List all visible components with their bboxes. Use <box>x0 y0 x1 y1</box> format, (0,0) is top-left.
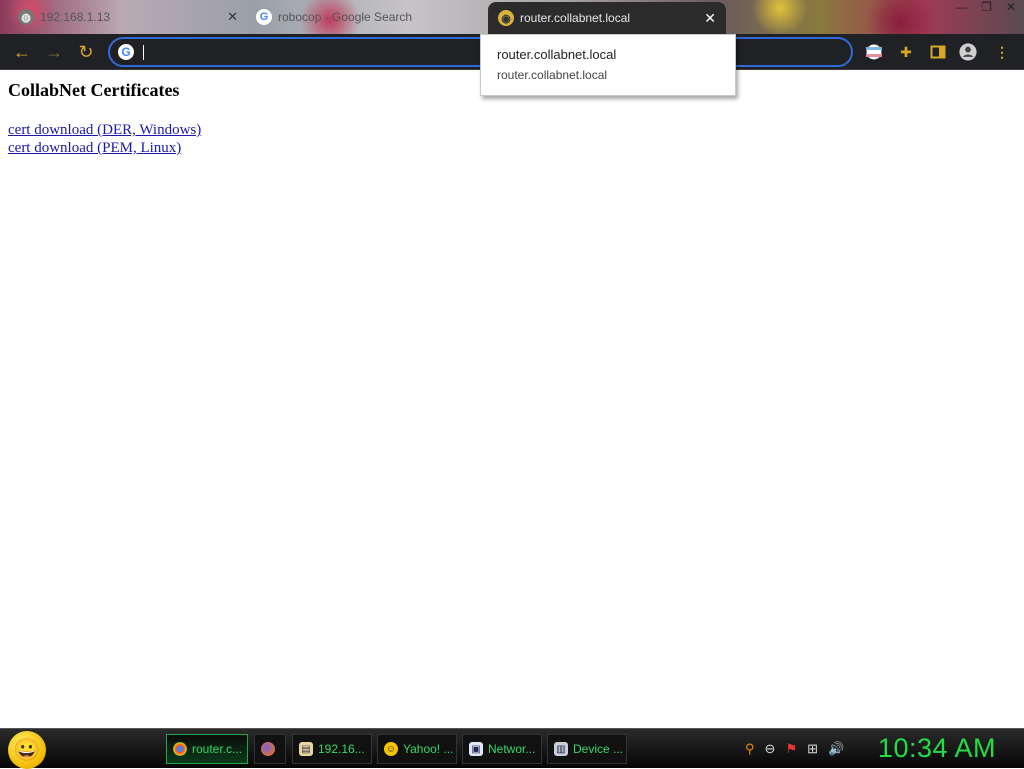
network-icon: ▣ <box>469 742 483 756</box>
reload-icon[interactable]: ↻ <box>74 40 98 64</box>
profile-avatar-icon[interactable] <box>959 43 977 61</box>
tab-3-title: router.collabnet.local <box>520 11 631 25</box>
google-icon: G <box>256 9 272 25</box>
document-icon: ▤ <box>299 742 313 756</box>
device-icon: ▥ <box>554 742 568 756</box>
back-arrow-icon[interactable]: ← <box>10 40 34 64</box>
google-icon: G <box>118 44 134 60</box>
tab-1-title: 192.168.1.13 <box>40 10 111 24</box>
firefox-icon <box>261 742 275 756</box>
task-label: Device ... <box>573 742 624 756</box>
task-device[interactable]: ▥ Device ... <box>547 734 627 764</box>
system-tray: ⚲ ⊖ ⚑ ⊞ 🔊 <box>745 741 844 757</box>
pem-download-link[interactable]: cert download (PEM, Linux) <box>8 139 201 157</box>
task-document[interactable]: ▤ 192.16... <box>292 734 372 764</box>
start-button[interactable]: 😀 <box>8 731 46 769</box>
tab-strip: ◍ 192.168.1.13 ✕ G robocop - Google Sear… <box>0 0 1024 34</box>
minimize-icon[interactable]: — <box>955 0 967 14</box>
taskbar: 😀 router.c... ▤ 192.16... ☺ Yahoo! ... ▣… <box>0 728 1024 769</box>
flag-icon[interactable]: ⚑ <box>785 741 797 757</box>
tab-1-close-icon[interactable]: ✕ <box>227 9 238 25</box>
restore-icon[interactable]: ❐ <box>981 0 992 14</box>
globe-icon: ◍ <box>18 9 34 25</box>
network-tray-icon[interactable]: ⊞ <box>807 741 818 757</box>
download-links: cert download (DER, Windows) cert downlo… <box>8 121 201 157</box>
task-label: Networ... <box>488 742 536 756</box>
page-content: CollabNet Certificates cert download (DE… <box>8 80 201 157</box>
flag-extension-icon[interactable] <box>865 43 883 61</box>
chat-icon[interactable]: ⊖ <box>765 741 776 757</box>
der-download-link[interactable]: cert download (DER, Windows) <box>8 121 201 139</box>
forward-arrow-icon[interactable]: → <box>42 40 66 64</box>
page-title: CollabNet Certificates <box>8 80 180 100</box>
task-label: Yahoo! ... <box>403 742 454 756</box>
tab-2[interactable]: G robocop - Google Search <box>256 3 486 31</box>
clock[interactable]: 10:34 AM <box>878 733 996 764</box>
text-caret <box>143 45 144 60</box>
search-icon[interactable]: ⚲ <box>745 741 755 757</box>
volume-icon[interactable]: 🔊 <box>828 741 844 757</box>
extensions-icon[interactable]: ✚ <box>897 43 915 61</box>
menu-kebab-icon[interactable]: ⋮ <box>993 43 1011 61</box>
task-label: router.c... <box>192 742 243 756</box>
suggestion-secondary[interactable]: router.collabnet.local <box>497 68 607 82</box>
task-yahoo[interactable]: ☺ Yahoo! ... <box>377 734 457 764</box>
task-network[interactable]: ▣ Networ... <box>462 734 542 764</box>
window-controls: — ❐ ✕ <box>955 0 1016 14</box>
task-label: 192.16... <box>318 742 365 756</box>
task-firefox[interactable] <box>254 734 286 764</box>
suggestion-primary[interactable]: router.collabnet.local <box>497 47 616 62</box>
omnibox-suggestion-dropdown: router.collabnet.local router.collabnet.… <box>480 34 736 96</box>
tab-2-title: robocop - Google Search <box>278 10 413 24</box>
yahoo-messenger-icon: ☺ <box>384 742 398 756</box>
smiley-icon: 😀 <box>13 737 41 762</box>
side-panel-icon[interactable] <box>929 43 947 61</box>
tab-3-close-icon[interactable]: ✕ <box>704 10 716 27</box>
tab-1[interactable]: ◍ 192.168.1.13 ✕ <box>18 3 248 31</box>
page-icon: ◉ <box>498 10 514 26</box>
task-chrome[interactable]: router.c... <box>166 734 248 764</box>
chrome-icon <box>173 742 187 756</box>
tab-3-active[interactable]: ◉ router.collabnet.local ✕ <box>488 2 726 34</box>
close-icon[interactable]: ✕ <box>1006 0 1016 14</box>
